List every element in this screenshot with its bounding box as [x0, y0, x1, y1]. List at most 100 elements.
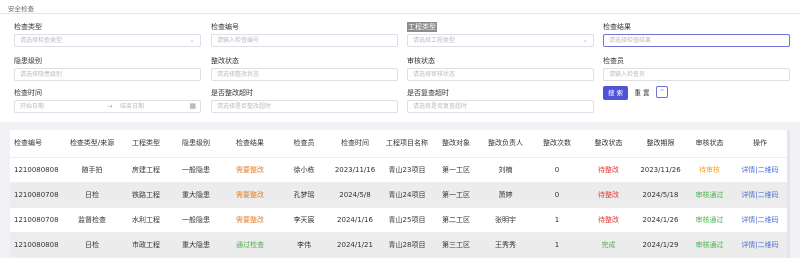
filter-inspection-type: 检查类型 请选择检查类型 ⌄ [14, 22, 201, 47]
chevron-up-icon[interactable]: ⌃ [656, 86, 668, 98]
cell-inspection-time: 2024/5/8 [329, 182, 381, 208]
filter-engineering-type: 工程类型 请选择工程类型 ⌄ [407, 22, 594, 47]
engineering-type-select[interactable]: 请选择工程类型 ⌄ [407, 34, 594, 47]
table-row[interactable]: 1210080808 随手拍 房建工程 一般隐患 需要整改 徐小栋 2023/11/16 青山… [10, 157, 787, 183]
search-button[interactable]: 搜 索 [603, 86, 628, 100]
cell-inspector: 李天宸 [279, 207, 329, 233]
cell-project-name: 青山28项目 [381, 232, 433, 258]
filter-hazard-level: 隐患级别 请选择隐患级别 [14, 56, 201, 81]
cell-rectification-owner: 萧婷 [479, 182, 532, 208]
cell-rectification-count: 0 [532, 157, 582, 183]
cell-engineering-type: 铁路工程 [121, 182, 171, 208]
filter-label: 是否复查超时 [407, 89, 449, 97]
filter-label: 检查时间 [14, 89, 42, 97]
chevron-down-icon: ⌄ [189, 36, 195, 44]
cell-inspection-no: 1210080708 [10, 182, 63, 208]
column-header: 整改负责人 [479, 130, 532, 158]
column-header: 整改状态 [582, 130, 635, 158]
filter-label: 工程类型 [407, 22, 437, 32]
inspection-no-input[interactable]: 请输入检查编号 [211, 34, 398, 47]
cell-hazard-level: 一般隐患 [171, 157, 221, 183]
column-header: 检查员 [279, 130, 329, 158]
cell-hazard-level: 一般隐患 [171, 207, 221, 233]
reset-button[interactable]: 重 置 [631, 86, 653, 100]
audit-status-select[interactable]: 请选择审核状态 [407, 68, 594, 81]
filter-label: 是否整改超时 [211, 89, 253, 97]
cell-rectification-deadline: 2024/1/26 [635, 207, 686, 233]
date-range-picker[interactable]: 开始日期 → 结束日期 ▦ [14, 100, 201, 113]
rectification-overdue-select[interactable]: 请选择是否整改超时 [211, 100, 398, 113]
cell-inspection-result: 需要整改 [221, 182, 279, 208]
column-header: 检查类型/来源 [63, 130, 121, 158]
cell-engineering-type: 房建工程 [121, 157, 171, 183]
cell-audit-status: 审核通过 [686, 232, 733, 258]
cell-inspection-type: 日检 [63, 232, 121, 258]
cell-rectification-target: 第三工区 [433, 232, 479, 258]
filter-label: 整改状态 [211, 57, 239, 65]
cell-rectification-status: 待整改 [582, 157, 635, 183]
cell-rectification-deadline: 2024/5/18 [635, 182, 686, 208]
page-header: 安全检查 [0, 0, 800, 14]
cell-inspection-type: 随手拍 [63, 157, 121, 183]
row-actions-link[interactable]: 详情|二维码 [733, 232, 787, 258]
table-row[interactable]: 1210080708 日检 铁路工程 重大隐患 需要整改 孔梦瑶 2024/5/8 青山24项… [10, 182, 787, 208]
inspector-input[interactable]: 请输入检查员 [603, 68, 790, 81]
cell-rectification-status: 待整改 [582, 207, 635, 233]
cell-project-name: 青山23项目 [381, 157, 433, 183]
scrollbar[interactable] [787, 130, 790, 258]
cell-inspection-time: 2023/11/16 [329, 157, 381, 183]
filter-inspection-result: 检查结果 请选择检查结果 [603, 22, 790, 47]
row-actions-link[interactable]: 详情|二维码 [733, 157, 787, 183]
page-title: 安全检查 [8, 5, 34, 13]
column-header: 隐患级别 [171, 130, 221, 158]
filter-inspector: 检查员 请输入检查员 [603, 56, 790, 81]
cell-inspector: 李伟 [279, 232, 329, 258]
end-date-input[interactable]: 结束日期 [120, 101, 144, 112]
inspection-type-select[interactable]: 请选择检查类型 ⌄ [14, 34, 201, 47]
filter-label: 检查编号 [211, 23, 239, 31]
hazard-level-select[interactable]: 请选择隐患级别 [14, 68, 201, 81]
cell-engineering-type: 水利工程 [121, 207, 171, 233]
cell-hazard-level: 重大隐患 [171, 232, 221, 258]
cell-inspection-result: 需要整改 [221, 207, 279, 233]
start-date-input[interactable]: 开始日期 [20, 101, 100, 112]
cell-inspection-type: 日检 [63, 182, 121, 208]
cell-engineering-type: 市政工程 [121, 232, 171, 258]
cell-inspection-no: 1210080708 [10, 207, 63, 233]
cell-inspection-type: 监督检查 [63, 207, 121, 233]
filter-panel: 检查类型 请选择检查类型 ⌄ 检查编号 请输入检查编号 工程类型 请选择工程类型… [0, 14, 800, 122]
row-actions-link[interactable]: 详情|二维码 [733, 182, 787, 208]
cell-project-name: 青山25项目 [381, 207, 433, 233]
cell-inspection-result: 通过检查 [221, 232, 279, 258]
cell-rectification-status: 完成 [582, 232, 635, 258]
cell-rectification-deadline: 2023/11/26 [635, 157, 686, 183]
cell-audit-status: 待审核 [686, 157, 733, 183]
rectification-status-select[interactable]: 请选择整改状态 [211, 68, 398, 81]
filter-rectification-status: 整改状态 请选择整改状态 [211, 56, 398, 81]
cell-rectification-count: 1 [532, 207, 582, 233]
column-header: 操作 [733, 130, 787, 158]
cell-rectification-target: 第一工区 [433, 182, 479, 208]
filter-inspection-time: 检查时间 开始日期 → 结束日期 ▦ [14, 88, 201, 113]
filter-rectification-overdue: 是否整改超时 请选择是否整改超时 [211, 88, 398, 113]
cell-hazard-level: 重大隐患 [171, 182, 221, 208]
filter-inspection-no: 检查编号 请输入检查编号 [211, 22, 398, 47]
cell-rectification-owner: 王秀秀 [479, 232, 532, 258]
column-header: 审核状态 [686, 130, 733, 158]
inspection-result-select[interactable]: 请选择检查结果 [603, 34, 790, 47]
cell-inspection-time: 2024/1/21 [329, 232, 381, 258]
column-header: 整改对象 [433, 130, 479, 158]
cell-audit-status: 审核通过 [686, 207, 733, 233]
row-actions-link[interactable]: 详情|二维码 [733, 207, 787, 233]
inspection-table: 检查编号 检查类型/来源 工程类型 隐患级别 检查结果 检查员 检查时间 工程项… [10, 130, 790, 258]
filter-label: 隐患级别 [14, 57, 42, 65]
cell-rectification-target: 第二工区 [433, 207, 479, 233]
cell-audit-status: 审核通过 [686, 182, 733, 208]
table-row[interactable]: 1210080708 监督检查 水利工程 一般隐患 需要整改 李天宸 2024/1/16 青山… [10, 207, 787, 233]
review-overdue-select[interactable]: 请选择是否复查超时 [407, 100, 594, 113]
chevron-down-icon: ⌄ [582, 36, 588, 44]
table-row[interactable]: 1210080808 日检 市政工程 重大隐患 通过检查 李伟 2024/1/21 青山28项… [10, 232, 787, 258]
cell-rectification-count: 1 [532, 232, 582, 258]
cell-rectification-target: 第一工区 [433, 157, 479, 183]
cell-inspection-result: 需要整改 [221, 157, 279, 183]
